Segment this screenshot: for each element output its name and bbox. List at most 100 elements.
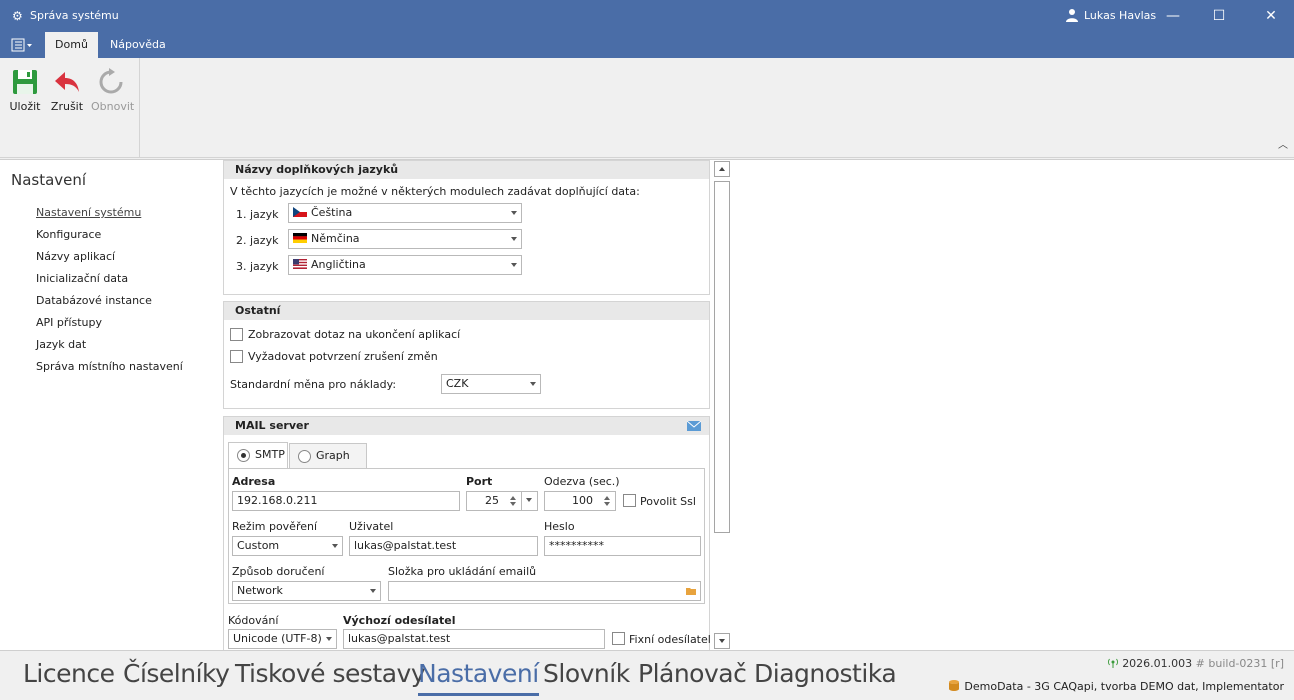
languages-panel: Názvy doplňkových jazyků V těchto jazycí… [223,160,710,295]
sidebar-item-db-instances[interactable]: Databázové instance [36,294,152,307]
delivery-select[interactable]: Network [232,581,381,601]
refresh-button[interactable]: Obnovit [91,68,134,113]
tab-help[interactable]: Nápověda [98,32,178,58]
port-label: Port [466,475,493,488]
language-3-select[interactable]: Angličtina [288,255,522,275]
fixed-sender-label: Fixní odesílatel [629,633,711,646]
undo-arrow-icon [55,72,79,92]
maximize-button[interactable]: ☐ [1196,0,1242,32]
language-1-value: Čeština [311,206,353,219]
languages-header: Názvy doplňkových jazyků [224,161,709,179]
languages-description: V těchto jazycích je možné v některých m… [230,185,640,198]
encoding-select[interactable]: Unicode (UTF-8) [228,629,337,649]
port-value: 25 [485,494,499,507]
allow-ssl-checkbox[interactable] [623,494,636,507]
scroll-up-button[interactable] [714,161,730,177]
minimize-button[interactable]: — [1150,0,1196,32]
vertical-scrollbar[interactable] [714,161,730,650]
title-bar: ⚙ Správa systému Lukas Havlas — ☐ ✕ [0,0,1294,32]
auth-mode-label: Režim pověření [232,520,318,533]
confirm-cancel-label: Vyžadovat potvrzení zrušení změn [248,350,438,363]
mail-icon [687,421,701,431]
language-3-label: 3. jazyk [236,260,279,273]
tab-home[interactable]: Domů [45,32,98,58]
spin-up-icon[interactable] [510,496,516,500]
ribbon-group-separator [139,58,140,158]
currency-select[interactable]: CZK [441,374,541,394]
scroll-down-button[interactable] [714,633,730,649]
cancel-button[interactable]: Zrušit [47,68,87,113]
nav-nastaveni[interactable]: Nastavení [418,659,539,696]
chevron-up-icon [719,167,725,171]
sidebar-item-data-language[interactable]: Jazyk dat [36,338,86,351]
confirm-exit-checkbox[interactable] [230,328,243,341]
nav-ciselniky[interactable]: Číselníky [123,659,230,688]
tab-smtp[interactable]: SMTP [228,442,288,469]
german-flag-icon [293,233,307,243]
database-icon [949,680,960,691]
allow-ssl-label: Povolit Ssl [640,495,696,508]
sidebar-item-api-access[interactable]: API přístupy [36,316,102,329]
scroll-thumb[interactable] [714,181,730,533]
address-input[interactable]: 192.168.0.211 [232,491,460,511]
sidebar-item-local-settings[interactable]: Správa místního nastavení [36,360,183,373]
collapse-ribbon-icon[interactable]: ︿ [1278,136,1288,151]
czech-flag-icon [293,207,307,217]
language-1-select[interactable]: Čeština [288,203,522,223]
port-dropdown-button[interactable] [521,491,538,511]
currency-value: CZK [446,377,469,390]
user-input[interactable]: lukas@palstat.test [349,536,538,556]
user-name[interactable]: Lukas Havlas [1084,9,1156,22]
bottom-navigation: Licence Číselníky Tiskové sestavy Nastav… [0,650,1294,700]
password-input[interactable]: ********** [544,536,701,556]
us-flag-icon [293,259,307,269]
nav-planovac[interactable]: Plánovač [638,659,747,688]
save-icon [13,70,37,94]
sidebar-title: Nastavení [11,171,87,189]
sidebar-item-configuration[interactable]: Konfigurace [36,228,101,241]
sidebar-item-app-names[interactable]: Názvy aplikací [36,250,115,263]
other-header: Ostatní [224,302,709,320]
version-info: 2026.01.003 # build-0231 [r] [1107,657,1284,670]
auth-mode-select[interactable]: Custom [232,536,343,556]
ribbon: Uložit Zrušit Obnovit ︿ [0,58,1294,158]
save-button[interactable]: Uložit [5,68,45,113]
spin-down-icon[interactable] [510,502,516,506]
signal-icon [1108,658,1119,668]
window-title: Správa systému [30,9,119,22]
save-label: Uložit [9,100,41,113]
nav-licence[interactable]: Licence [23,659,115,688]
nav-diagnostika[interactable]: Diagnostika [754,659,897,688]
language-2-value: Němčina [311,232,360,245]
build-number: # build-0231 [r] [1195,657,1284,670]
folder-input[interactable] [388,581,701,601]
mail-header-title: MAIL server [235,419,309,432]
chevron-down-icon [530,382,536,386]
sender-input[interactable]: lukas@palstat.test [343,629,605,649]
password-label: Heslo [544,520,575,533]
delivery-label: Způsob doručení [232,565,325,578]
language-2-select[interactable]: Němčina [288,229,522,249]
sidebar-item-init-data[interactable]: Inicializační data [36,272,128,285]
sidebar-item-system-settings[interactable]: Nastavení systému [36,206,141,219]
tab-graph-api[interactable]: Graph API [289,443,367,486]
chevron-down-icon [511,211,517,215]
auth-mode-value: Custom [237,539,280,552]
confirm-cancel-checkbox[interactable] [230,350,243,363]
user-label: Uživatel [349,520,394,533]
port-input[interactable]: 25 [466,491,522,511]
fixed-sender-checkbox[interactable] [612,632,625,645]
timeout-input[interactable]: 100 [544,491,616,511]
database-info[interactable]: DemoData - 3G CAQapi, tvorba DEMO dat, I… [949,680,1284,693]
folder-icon[interactable] [686,587,696,595]
language-1-label: 1. jazyk [236,208,279,221]
close-button[interactable]: ✕ [1248,0,1294,32]
spin-down-icon[interactable] [604,502,610,506]
app-menu-icon[interactable] [11,38,33,52]
language-3-value: Angličtina [311,258,366,271]
nav-tiskove-sestavy[interactable]: Tiskové sestavy [235,659,426,688]
other-panel: Ostatní Zobrazovat dotaz na ukončení apl… [223,301,710,409]
refresh-icon [99,68,123,94]
nav-slovnik[interactable]: Slovník [543,659,630,688]
spin-up-icon[interactable] [604,496,610,500]
